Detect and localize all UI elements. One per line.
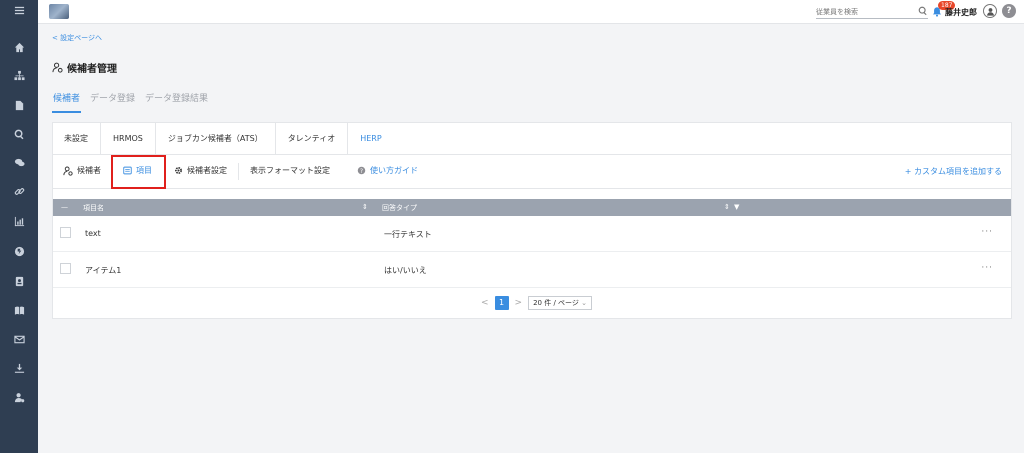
candidate-items-card: 未設定 HRMOS ジョブカン候補者（ATS） タレンティオ HERP 候補者 … bbox=[52, 122, 1012, 319]
link-icon[interactable] bbox=[0, 180, 38, 202]
employee-search bbox=[816, 6, 928, 19]
search-icon[interactable] bbox=[918, 6, 928, 16]
menu-icon[interactable] bbox=[0, 0, 38, 20]
search-input[interactable] bbox=[816, 6, 912, 18]
source-tab-herp[interactable]: HERP bbox=[348, 123, 393, 155]
sub-nav-bar: 候補者 項目 候補者設定 表示フォーマット設定 ? 使い方ガイド + カスタム項… bbox=[53, 155, 1011, 189]
user-settings-icon bbox=[52, 62, 63, 73]
help-icon[interactable]: ? bbox=[1002, 4, 1016, 18]
book-icon[interactable] bbox=[0, 299, 38, 321]
table-header: — 項目名 ⇕ 回答タイプ ⇕ ▼ bbox=[53, 199, 1011, 216]
page-size-select[interactable]: 20 件 / ページ ⌄ bbox=[528, 296, 593, 310]
filter-icon[interactable]: ▼ bbox=[734, 203, 739, 211]
org-chart-icon[interactable] bbox=[0, 64, 38, 86]
mail-icon[interactable] bbox=[0, 328, 38, 350]
source-tab-jobcan[interactable]: ジョブカン候補者（ATS） bbox=[156, 123, 276, 155]
answer-type: はい/いいえ bbox=[384, 266, 427, 275]
tab-candidates[interactable]: 候補者 bbox=[52, 93, 82, 113]
contact-card-icon[interactable] bbox=[0, 270, 38, 292]
answer-type: 一行テキスト bbox=[384, 230, 432, 239]
search-icon[interactable] bbox=[0, 123, 38, 145]
home-icon[interactable] bbox=[0, 36, 38, 58]
gear-icon bbox=[175, 167, 182, 174]
source-tab-talentio[interactable]: タレンティオ bbox=[276, 123, 349, 155]
table-row[interactable]: text 一行テキスト ··· bbox=[53, 216, 1011, 252]
user-name[interactable]: 藤井史郎 bbox=[945, 7, 977, 18]
user-avatar-icon[interactable] bbox=[983, 4, 997, 18]
highlight-box bbox=[111, 155, 166, 189]
chat-icon[interactable] bbox=[0, 151, 38, 173]
chart-icon[interactable] bbox=[0, 210, 38, 232]
question-circle-icon: ? bbox=[357, 166, 366, 175]
main-tabs: 候補者 データ登録 データ登録結果 bbox=[52, 93, 209, 113]
items-table: — 項目名 ⇕ 回答タイプ ⇕ ▼ text 一行テキスト ··· アイテム1 … bbox=[53, 199, 1011, 288]
item-name: アイテム1 bbox=[85, 266, 122, 275]
page-title-text: 候補者管理 bbox=[67, 64, 117, 75]
divider bbox=[238, 163, 239, 180]
globe-icon[interactable] bbox=[0, 240, 38, 262]
next-page-button[interactable]: > bbox=[515, 298, 523, 308]
source-tab-hrmos[interactable]: HRMOS bbox=[101, 123, 156, 155]
row-checkbox[interactable] bbox=[60, 263, 71, 274]
sub-nav-candidates[interactable]: 候補者 bbox=[63, 165, 101, 176]
sort-icon[interactable]: ⇕ bbox=[724, 203, 730, 211]
usage-guide-label: 使い方ガイド bbox=[370, 166, 418, 175]
sort-icon[interactable]: ⇕ bbox=[362, 203, 368, 211]
back-to-settings-link[interactable]: < 設定ページへ bbox=[52, 33, 102, 43]
source-tab-unset[interactable]: 未設定 bbox=[53, 123, 101, 155]
user-settings-icon[interactable] bbox=[0, 386, 38, 408]
top-bar: 187 藤井史郎 ? bbox=[38, 0, 1024, 24]
column-header-answer-type[interactable]: 回答タイプ bbox=[382, 203, 417, 213]
chevron-down-icon: ⌄ bbox=[581, 299, 588, 307]
sub-nav-candidates-label: 候補者 bbox=[77, 166, 101, 175]
svg-text:?: ? bbox=[360, 168, 363, 175]
user-settings-icon bbox=[63, 166, 73, 176]
page-size-label: 20 件 / ページ bbox=[533, 299, 579, 307]
sub-nav-display-format-label: 表示フォーマット設定 bbox=[250, 166, 330, 175]
more-actions-icon[interactable]: ··· bbox=[981, 263, 993, 273]
more-actions-icon[interactable]: ··· bbox=[981, 227, 993, 237]
page-number[interactable]: 1 bbox=[494, 296, 509, 310]
prev-page-button[interactable]: < bbox=[481, 298, 489, 308]
column-header-item-name[interactable]: 項目名 bbox=[83, 203, 104, 213]
download-icon[interactable] bbox=[0, 357, 38, 379]
pagination: < 1 > 20 件 / ページ ⌄ bbox=[481, 296, 593, 310]
sub-nav-display-format[interactable]: 表示フォーマット設定 bbox=[250, 165, 330, 176]
table-row[interactable]: アイテム1 はい/いいえ ··· bbox=[53, 252, 1011, 288]
item-name: text bbox=[85, 229, 101, 238]
tab-data-registration-results[interactable]: データ登録結果 bbox=[144, 93, 209, 113]
source-tabs: 未設定 HRMOS ジョブカン候補者（ATS） タレンティオ HERP bbox=[53, 123, 1011, 155]
row-checkbox[interactable] bbox=[60, 227, 71, 238]
sub-nav-candidate-settings[interactable]: 候補者設定 bbox=[174, 165, 227, 176]
document-icon[interactable] bbox=[0, 94, 38, 116]
sidebar bbox=[0, 0, 38, 453]
select-all-header[interactable]: — bbox=[61, 203, 68, 211]
add-custom-item-button[interactable]: + カスタム項目を追加する bbox=[905, 166, 1002, 177]
company-logo[interactable] bbox=[49, 4, 69, 19]
page-title: 候補者管理 bbox=[52, 60, 117, 75]
sub-nav-candidate-settings-label: 候補者設定 bbox=[187, 166, 227, 175]
tab-data-registration[interactable]: データ登録 bbox=[89, 93, 136, 113]
usage-guide-link[interactable]: ? 使い方ガイド bbox=[357, 165, 418, 176]
